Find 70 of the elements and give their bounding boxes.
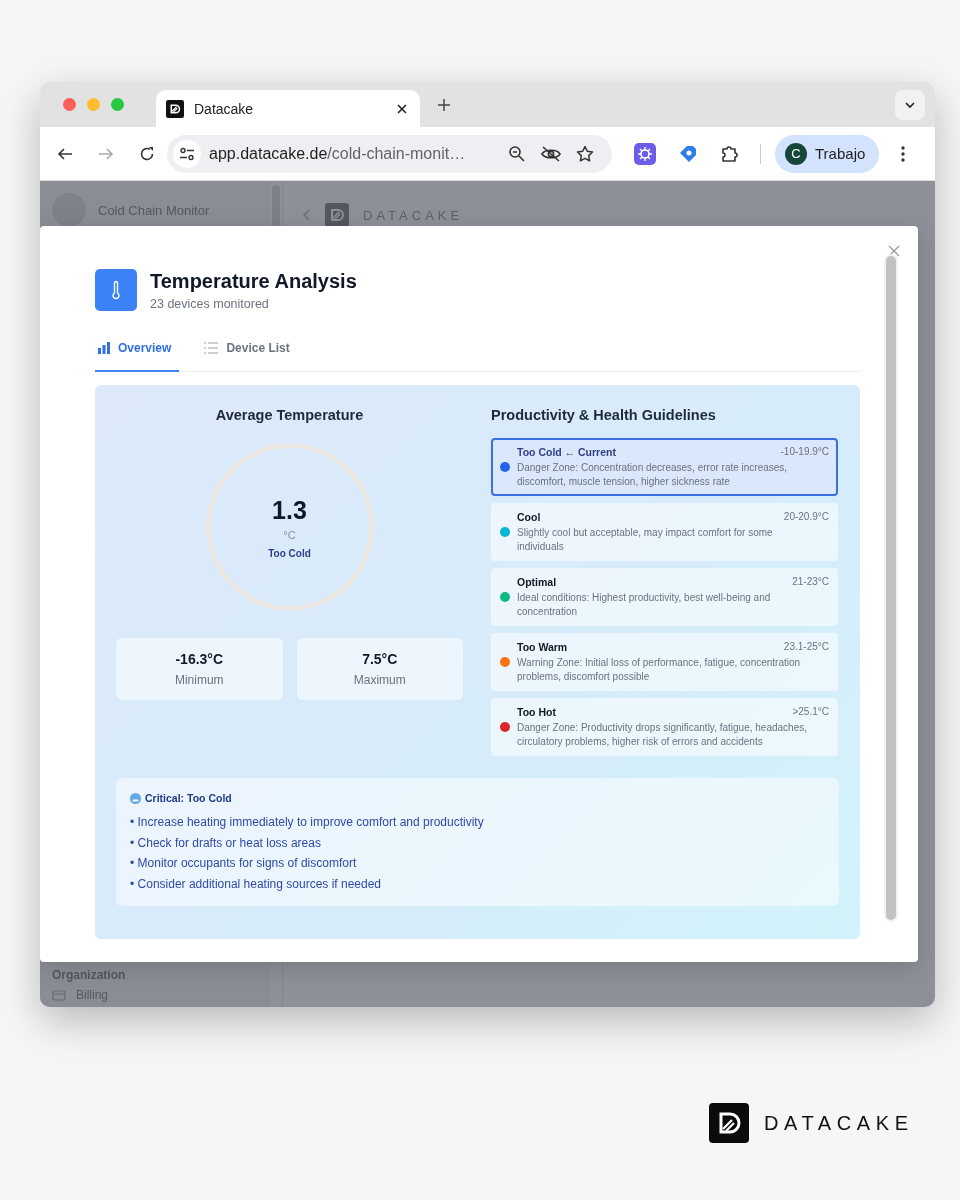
guideline-description: Slightly cool but acceptable, may impact comfort for some individuals xyxy=(517,526,774,553)
tab[interactable]: Overview xyxy=(95,341,180,372)
tab[interactable]: Device List xyxy=(201,341,298,372)
range-label: 21-23°C xyxy=(792,576,829,588)
new-tab-icon[interactable] xyxy=(437,97,451,112)
guideline-item[interactable]: Cool 20-20.9°C Slightly cool but acceptable, may impact comfort for some individuals xyxy=(491,503,838,561)
reload-icon[interactable] xyxy=(139,145,155,162)
range-label: 23.1-25°C xyxy=(783,641,829,653)
logo-icon xyxy=(709,1103,749,1143)
guideline-name: Too Hot xyxy=(517,706,556,718)
url-text: app.datacake.de/cold-chain-monit… xyxy=(209,144,467,163)
stat-value: -16.3°C xyxy=(175,651,224,667)
alert-title: Critical: Too Cold xyxy=(145,792,232,804)
unit-label: °C xyxy=(283,528,296,541)
bar-chart-icon xyxy=(98,342,110,354)
alert-text: • Monitor occupants for signs of discomfort xyxy=(130,855,358,872)
chevron-down-icon xyxy=(904,100,916,109)
avatar-icon xyxy=(52,193,86,227)
emoji-icon xyxy=(130,792,141,804)
dialog-title: Temperature Analysis xyxy=(150,269,357,293)
tab-search-button[interactable] xyxy=(895,89,925,120)
guideline-name: Too Cold ← Current xyxy=(517,446,616,458)
alert-text: • Increase heating immediately to improve comfort and productivity xyxy=(130,814,485,831)
close-icon[interactable] xyxy=(396,102,408,115)
thermometer-glyph-icon xyxy=(111,280,121,300)
guideline-item[interactable]: Optimal 21-23°C Ideal conditions: Highest productivity, best well-being and concentration xyxy=(491,568,838,626)
avatar-icon: C xyxy=(785,142,807,165)
section-heading: Productivity & Health Guidelines xyxy=(491,407,716,423)
tag-icon[interactable] xyxy=(678,143,698,164)
puzzle-icon[interactable] xyxy=(720,143,740,164)
guideline-description: Ideal conditions: Highest productivity, best well-being and concentration xyxy=(517,591,772,618)
more-icon[interactable] xyxy=(901,145,906,162)
range-label: -10-19.9°C xyxy=(780,446,829,458)
guideline-item[interactable]: Too Warm 23.1-25°C Warning Zone: Initial loss of performance, fatigue, concentration problems, discomfort possible xyxy=(491,633,838,691)
guideline-name: Cool xyxy=(517,511,541,523)
browser-tab[interactable]: Datacake xyxy=(156,90,420,127)
star-icon[interactable] xyxy=(576,144,594,163)
guideline-name: Too Warm xyxy=(517,641,568,653)
range-label: 20-20.9°C xyxy=(783,511,829,523)
tune-icon xyxy=(179,146,195,161)
guideline-item[interactable]: Too Hot >25.1°C Danger Zone: Productivity drops significantly, fatigue, headaches, circulatory problems, higher risk of errors and accidents xyxy=(491,698,838,756)
dialog-subtitle: 23 devices monitored xyxy=(150,296,270,311)
range-label: >25.1°C xyxy=(792,706,829,718)
guideline-description: Danger Zone: Productivity drops significantly, fatigue, headaches, circulatory problems, higher risk of errors and accidents xyxy=(517,721,808,748)
card-icon xyxy=(52,989,66,1001)
tab-title: Datacake xyxy=(194,100,255,117)
profile-button[interactable]: C Trabajo xyxy=(775,134,880,173)
zoom-icon[interactable] xyxy=(508,144,526,163)
alert-text: • Consider additional heating sources if needed xyxy=(130,875,383,893)
stat-label: Minimum xyxy=(174,673,224,687)
site-info-button[interactable] xyxy=(173,139,201,168)
temperature-value: 1.3 xyxy=(272,495,307,525)
scrollbar[interactable] xyxy=(886,256,896,920)
alert-text: • Check for drafts or heat loss areas xyxy=(130,834,322,852)
stat-value: 7.5°C xyxy=(362,651,398,667)
back-icon[interactable] xyxy=(57,145,73,162)
guideline-description: Danger Zone: Concentration decreases, error rate increases, discomfort, muscle tension, higher sickness rate xyxy=(517,461,789,488)
address-bar[interactable]: app.datacake.de/cold-chain-monit… xyxy=(167,134,612,173)
guideline-name: Optimal xyxy=(517,576,557,588)
favicon-icon xyxy=(166,99,184,118)
guideline-description: Warning Zone: Initial loss of performance, fatigue, concentration problems, discomfort possible xyxy=(517,656,802,683)
list-icon xyxy=(204,342,219,354)
guideline-item[interactable]: Too Cold ← Current -10-19.9°C Danger Zone: Concentration decreases, error rate increases, discomfort, muscle tension, higher sickness rate xyxy=(491,438,838,496)
stat-label: Maximum xyxy=(353,673,406,687)
logo-icon xyxy=(325,203,349,227)
status-label: Too Cold xyxy=(268,547,311,559)
extension-icon[interactable] xyxy=(634,142,656,165)
section-heading: Average Temperature xyxy=(215,407,364,423)
eye-off-icon[interactable] xyxy=(540,144,562,163)
logo-text: DATACAKE xyxy=(764,1111,914,1135)
